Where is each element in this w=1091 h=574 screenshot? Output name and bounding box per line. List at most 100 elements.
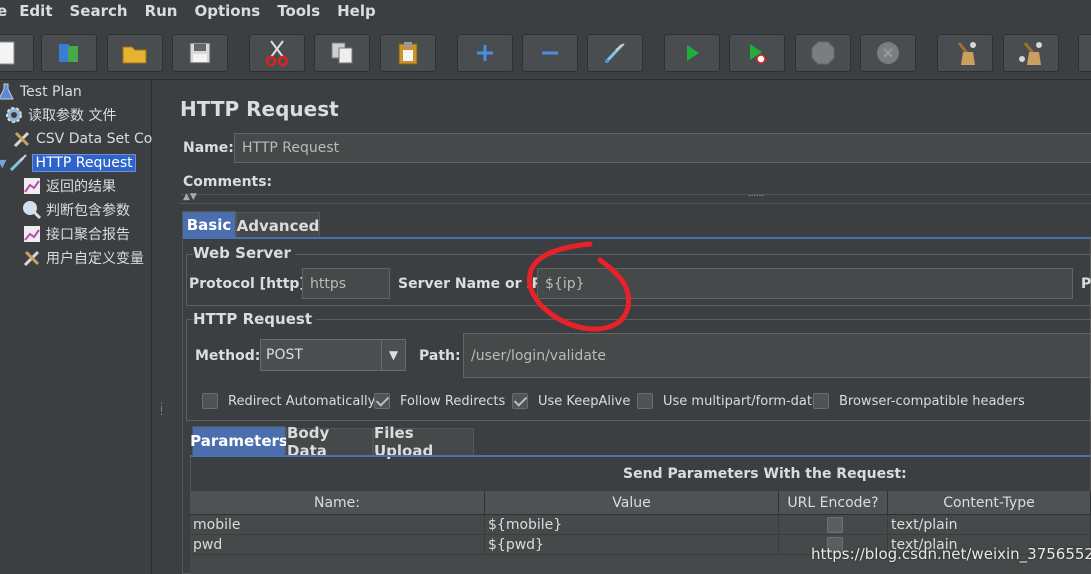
expand-button[interactable] <box>457 34 513 72</box>
tab-files-upload[interactable]: Files Upload <box>373 424 474 460</box>
collapse-arrow-icon[interactable]: ▼ <box>0 157 6 170</box>
templates-button[interactable] <box>41 34 97 72</box>
gear-icon <box>4 105 24 125</box>
pipette-icon <box>8 153 28 173</box>
cut-icon <box>265 40 289 67</box>
start-icon <box>687 45 699 61</box>
tree-item-test-plan[interactable]: Test Plan <box>0 81 82 103</box>
wrench-icon <box>12 129 32 149</box>
use-keepalive-checkbox[interactable]: Use KeepAlive <box>512 393 630 409</box>
open-button[interactable] <box>107 34 163 72</box>
table-cell-value[interactable]: ${pwd} <box>485 535 779 555</box>
open-icon <box>122 46 147 64</box>
redirect-automatically-checkbox[interactable]: Redirect Automatically <box>202 393 375 409</box>
tree-item-user-variables[interactable]: 用户自定义变量 <box>22 247 144 269</box>
save-icon <box>189 42 211 64</box>
collapse-button[interactable] <box>522 34 578 72</box>
magnifier-icon <box>22 200 42 220</box>
menu-edit[interactable]: Edit <box>19 2 52 20</box>
new-icon <box>0 41 15 65</box>
protocol-field[interactable]: https <box>302 268 390 299</box>
port-label: P <box>1081 276 1091 292</box>
protocol-label: Protocol [http]: <box>189 276 312 292</box>
paste-button[interactable] <box>380 34 436 72</box>
tree-item-results[interactable]: 返回的结果 <box>22 175 116 197</box>
clear-all-button[interactable] <box>1003 34 1059 72</box>
comments-resizer[interactable]: ▲▼ ⋯⋯ <box>180 191 1091 204</box>
menu-help[interactable]: Help <box>337 2 376 20</box>
paste-icon <box>398 42 418 65</box>
table-cell-url-encode[interactable] <box>779 515 888 535</box>
search-toolbar-button[interactable] <box>1078 34 1091 72</box>
tab-advanced[interactable]: Advanced <box>236 212 320 238</box>
menu-bar: e Edit Search Run Options Tools Help <box>0 0 1091 22</box>
path-label: Path: <box>419 348 461 364</box>
shutdown-button[interactable] <box>860 34 916 72</box>
menu-tools[interactable]: Tools <box>277 2 320 20</box>
wrench-icon <box>22 248 42 268</box>
chevron-down-icon[interactable]: ▼ <box>381 340 405 370</box>
name-label: Name: <box>183 140 234 156</box>
clear-icon <box>957 42 976 65</box>
tree-item-csv-data-set[interactable]: CSV Data Set Co <box>12 128 152 150</box>
web-server-title: Web Server <box>193 244 295 262</box>
copy-icon <box>331 42 353 64</box>
table-cell-content-type[interactable]: text/plain <box>888 515 1091 535</box>
tab-body-data[interactable]: Body Data <box>286 424 373 460</box>
tree-item-aggregate-report[interactable]: 接口聚合报告 <box>22 223 130 245</box>
split-pane-divider[interactable] <box>152 80 168 574</box>
resize-grip-icon: ⋯⋯ <box>748 191 764 200</box>
start-no-pauses-button[interactable] <box>729 34 785 72</box>
url-encode-checkbox[interactable] <box>826 516 843 533</box>
table-cell-name[interactable]: mobile <box>190 515 485 535</box>
save-button[interactable] <box>172 34 228 72</box>
method-label: Method: <box>195 348 261 364</box>
path-field[interactable]: /user/login/validate <box>463 333 1091 378</box>
collapse-icon <box>542 51 558 55</box>
shutdown-icon <box>877 42 899 64</box>
expand-icon <box>477 45 493 61</box>
http-request-group-title: HTTP Request <box>193 310 316 328</box>
report-icon <box>22 224 42 244</box>
column-header-name[interactable]: Name: <box>190 491 485 515</box>
divider-grip-icon[interactable]: ⋮ ⋮ <box>157 403 166 423</box>
multipart-form-data-checkbox[interactable]: Use multipart/form-data <box>637 393 820 409</box>
clear-all-icon <box>1019 42 1042 65</box>
tree-item-assertion[interactable]: 判断包含参数 <box>22 199 130 221</box>
table-cell-name[interactable]: pwd <box>190 535 485 555</box>
browser-compatible-headers-checkbox[interactable]: Browser-compatible headers <box>813 393 1025 409</box>
flask-icon <box>0 82 16 102</box>
tab-parameters[interactable]: Parameters <box>190 426 288 455</box>
tree-item-read-params[interactable]: 读取参数 文件 <box>4 104 116 126</box>
column-header-content-type[interactable]: Content-Type <box>888 491 1091 515</box>
new-button[interactable] <box>0 34 34 72</box>
menu-run[interactable]: Run <box>145 2 178 20</box>
menu-search[interactable]: Search <box>69 2 127 20</box>
follow-redirects-checkbox[interactable]: Follow Redirects <box>374 393 505 409</box>
tab-basic[interactable]: Basic <box>182 211 236 237</box>
start-no-pauses-icon <box>750 44 766 64</box>
menu-file[interactable]: e <box>0 2 7 20</box>
start-button[interactable] <box>664 34 720 72</box>
clear-button[interactable] <box>937 34 993 72</box>
stop-button[interactable] <box>795 34 851 72</box>
method-select[interactable]: POST ▼ <box>260 339 406 371</box>
red-circle-annotation <box>527 241 631 332</box>
page-title: HTTP Request <box>180 97 339 121</box>
stop-icon <box>811 41 835 65</box>
watermark-text: https://blog.csdn.net/weixin_37565521 <box>811 545 1091 563</box>
column-header-url-encode[interactable]: URL Encode? <box>779 491 888 515</box>
test-plan-tree: Test Plan 读取参数 文件 CSV Data Set Co ▼ HTTP… <box>0 80 152 574</box>
resize-arrows-icon[interactable]: ▲▼ <box>183 192 197 202</box>
tree-item-http-request[interactable]: ▼ HTTP Request <box>0 152 136 174</box>
menu-options[interactable]: Options <box>194 2 260 20</box>
table-cell-value[interactable]: ${mobile} <box>485 515 779 535</box>
comments-label: Comments: <box>183 174 273 190</box>
cut-button[interactable] <box>249 34 305 72</box>
column-header-value[interactable]: Value <box>485 491 779 515</box>
toggle-button[interactable] <box>587 34 643 72</box>
send-params-title: Send Parameters With the Request: <box>623 466 907 482</box>
name-field[interactable]: HTTP Request <box>234 133 1091 163</box>
toggle-icon <box>604 43 625 64</box>
copy-button[interactable] <box>314 34 370 72</box>
